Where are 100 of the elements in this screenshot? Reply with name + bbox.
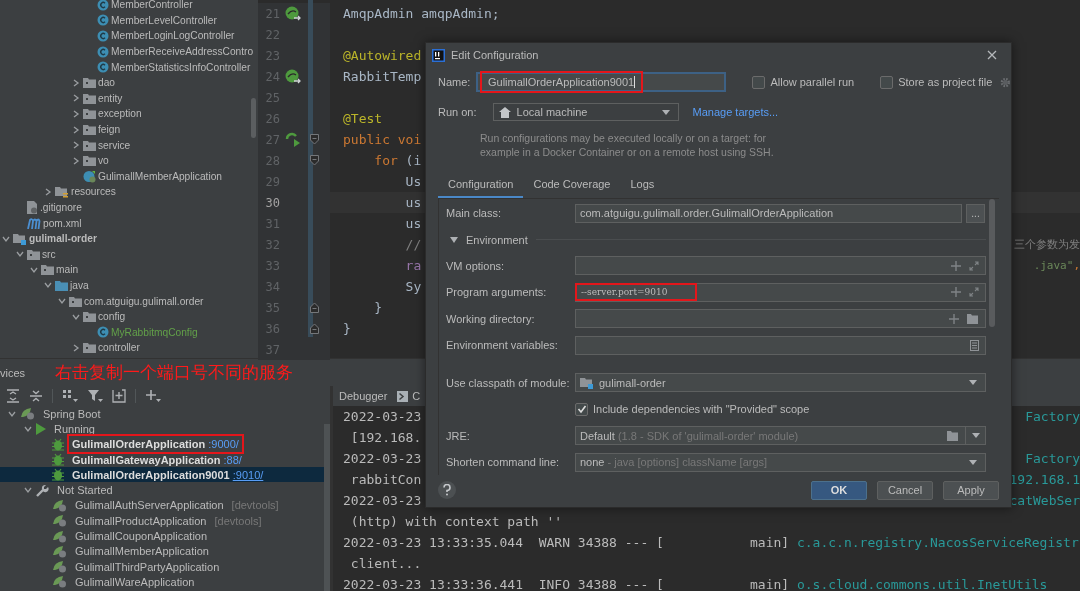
dialog-button[interactable]: Apply xyxy=(943,480,999,500)
tree-item[interactable]: gulimall-order xyxy=(0,230,258,247)
tab[interactable]: Code Coverage xyxy=(523,173,621,198)
log-text: Factory xyxy=(1025,409,1080,424)
tree-item[interactable]: main xyxy=(0,262,258,278)
add-service-icon[interactable] xyxy=(112,389,126,403)
tree-item[interactable]: controller xyxy=(0,340,258,356)
gear-icon[interactable] xyxy=(1000,76,1011,88)
tree-item[interactable]: dao xyxy=(0,74,258,91)
console-tab[interactable]: C xyxy=(397,390,421,402)
tree-item[interactable]: java xyxy=(0,277,258,294)
expand-all-icon[interactable] xyxy=(6,389,20,403)
expand-icon[interactable] xyxy=(969,287,979,298)
input-field[interactable] xyxy=(575,256,986,276)
plus-icon[interactable] xyxy=(951,287,961,298)
browse-button[interactable]: ... xyxy=(966,203,985,223)
port-link[interactable]: :9010/ xyxy=(232,468,264,481)
checkbox[interactable]: Include dependencies with "Provided" scope xyxy=(575,402,810,416)
plus-icon[interactable] xyxy=(951,260,961,271)
tree-item[interactable]: GulimallWareApplication xyxy=(0,574,324,590)
tree-item[interactable]: vo xyxy=(0,152,258,169)
wrench-icon xyxy=(36,483,49,497)
input-field[interactable]: --server.port=9010 xyxy=(575,282,986,302)
tree-item[interactable]: GulimallOrderApplication :9000/ xyxy=(0,436,324,452)
input-field[interactable] xyxy=(575,309,986,329)
dialog-button[interactable]: OK xyxy=(811,480,867,500)
port-link[interactable]: :88/ xyxy=(223,453,242,466)
tree-item[interactable]: config xyxy=(0,308,258,325)
fold-icon[interactable] xyxy=(310,134,319,145)
document-icon[interactable] xyxy=(970,339,979,351)
folder-icon[interactable] xyxy=(967,313,979,324)
tab[interactable]: Configuration xyxy=(438,173,524,198)
scrollbar[interactable] xyxy=(251,98,256,138)
manage-targets-link[interactable]: Manage targets... xyxy=(692,106,779,118)
field-label: VM options: xyxy=(446,259,506,272)
expand-icon[interactable] xyxy=(969,260,979,271)
app-name: GulimallWareApplication xyxy=(75,575,195,588)
checkbox[interactable]: Allow parallel run xyxy=(752,75,855,89)
tree-item[interactable]: feign xyxy=(0,121,258,138)
scrollbar[interactable] xyxy=(989,199,995,327)
tree-item[interactable]: GulimallProductApplication [devtools] xyxy=(0,513,324,529)
dialog-button[interactable]: Cancel xyxy=(877,480,933,500)
tree-item[interactable]: src xyxy=(0,246,258,263)
filter-icon[interactable] xyxy=(87,389,103,403)
app-name: GulimallThirdPartyApplication xyxy=(75,560,220,573)
run-icon[interactable] xyxy=(285,131,301,148)
plus-icon[interactable] xyxy=(949,313,959,324)
tree-item[interactable]: com.atguigu.gulimall.order xyxy=(0,293,258,309)
field-label: Main class: xyxy=(446,207,503,220)
checkbox[interactable]: Store as project file xyxy=(880,75,993,89)
code-text: for (i xyxy=(373,153,422,168)
tree-item[interactable]: resources xyxy=(0,184,258,200)
scrollbar[interactable] xyxy=(324,424,330,591)
port-link[interactable]: :9000/ xyxy=(208,438,239,451)
tree-item[interactable]: MemberController xyxy=(0,0,258,13)
bean-icon[interactable] xyxy=(285,68,301,85)
fold-icon[interactable] xyxy=(310,323,319,334)
name-field[interactable]: GulimallOrderApplication9001 xyxy=(476,72,727,92)
tree-item[interactable]: GulimallGatewayApplication :88/ xyxy=(0,451,324,468)
help-icon[interactable] xyxy=(438,481,456,499)
tree-item[interactable]: MyRabbitmqConfig xyxy=(0,324,258,341)
add-icon[interactable] xyxy=(145,389,161,403)
console-tab[interactable]: Debugger xyxy=(339,390,388,402)
main-class-field[interactable]: com.atguigu.gulimall.order.GulimallOrderApplication xyxy=(575,203,962,223)
tree-item[interactable]: MemberStatisticsInfoController xyxy=(0,59,258,75)
tree-item[interactable]: GulimallThirdPartyApplication xyxy=(0,558,324,575)
bean-icon[interactable] xyxy=(285,5,301,22)
tree-item[interactable]: MemberLoginLogController xyxy=(0,28,258,44)
input-field[interactable] xyxy=(575,335,986,355)
spring-icon xyxy=(52,575,67,589)
folder-icon[interactable] xyxy=(947,430,959,441)
tree-item[interactable]: exception xyxy=(0,106,258,122)
fold-icon[interactable] xyxy=(310,302,319,313)
tree-item[interactable]: entity xyxy=(0,90,258,107)
folder-icon xyxy=(27,248,40,260)
tree-item[interactable]: service xyxy=(0,137,258,153)
run-on-dropdown[interactable]: Local machine xyxy=(492,103,679,121)
tree-item[interactable]: GulimallCouponApplication xyxy=(0,528,324,544)
module-dropdown[interactable]: gulimall-order xyxy=(575,373,986,393)
tree-item[interactable]: GulimallMemberApplication xyxy=(0,543,324,559)
tree-item[interactable]: MemberReceiveAddressContro xyxy=(0,43,258,60)
log-text: 2022-03-23 xyxy=(343,409,422,424)
close-icon[interactable] xyxy=(987,50,997,60)
tree-item[interactable]: Spring Boot xyxy=(0,406,324,422)
group-icon[interactable] xyxy=(62,389,78,403)
collapse-arrow-icon[interactable] xyxy=(450,236,458,243)
dropdown-arrow-icon[interactable] xyxy=(972,433,980,439)
tab[interactable]: Logs xyxy=(620,173,665,198)
tree-item[interactable]: MemberLevelController xyxy=(0,12,258,29)
module-icon xyxy=(580,376,594,389)
folder-icon xyxy=(83,77,96,89)
tree-item[interactable]: Running xyxy=(0,421,324,437)
tree-item[interactable]: GulimallAuthServerApplication [devtools] xyxy=(0,497,324,514)
tree-item[interactable]: GulimallMemberApplication xyxy=(0,168,258,185)
tree-item[interactable]: pom.xml xyxy=(0,215,258,231)
fold-icon[interactable] xyxy=(310,155,319,166)
tree-item[interactable]: Not Started xyxy=(0,482,324,498)
collapse-all-icon[interactable] xyxy=(29,389,43,403)
tree-item[interactable]: GulimallOrderApplication9001 :9010/ xyxy=(0,467,324,483)
tree-item[interactable]: .gitignore xyxy=(0,199,258,216)
